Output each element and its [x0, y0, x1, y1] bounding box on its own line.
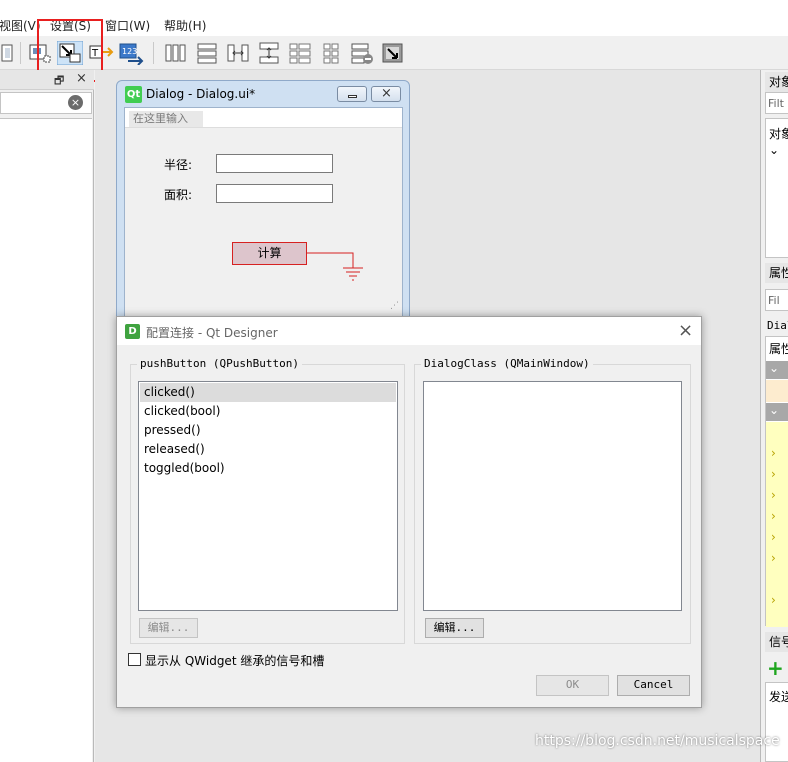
- form-canvas: 在这里输入 半径: 面积: 计算 ⋰: [124, 107, 403, 317]
- receiver-group-title: DialogClass (QMainWindow): [421, 357, 593, 370]
- toolbar: T 123: [0, 36, 788, 70]
- radius-input[interactable]: [216, 154, 333, 173]
- form-title: Dialog - Dialog.ui*: [146, 87, 256, 101]
- chevron-right-icon[interactable]: ›: [771, 551, 776, 565]
- property-editor-title: 属性: [765, 263, 788, 283]
- object-filter-placeholder: Filt: [768, 97, 784, 110]
- dialog-title-bar: D 配置连接 - Qt Designer ×: [117, 317, 701, 345]
- edit-signals-button[interactable]: 编辑...: [139, 618, 198, 638]
- property-filter-placeholder: Fil: [768, 294, 780, 307]
- edit-tab-order-icon[interactable]: 123: [118, 41, 144, 65]
- sender-signals-group: pushButton (QPushButton) clicked() click…: [130, 357, 405, 644]
- list-item[interactable]: pressed(): [140, 421, 396, 440]
- slot-list[interactable]: [423, 381, 682, 611]
- adjust-size-icon[interactable]: [380, 41, 406, 65]
- object-tree[interactable]: 对象 ⌄: [765, 118, 788, 258]
- menu-window[interactable]: 窗口(W): [105, 17, 150, 34]
- chevron-right-icon[interactable]: ›: [771, 467, 776, 481]
- dock-close-icon[interactable]: ×: [76, 71, 87, 86]
- dock-title-bar: 🗗 ×: [0, 70, 94, 90]
- menu-bar: 视图(V) 设置(S) 窗口(W) 帮助(H): [0, 0, 788, 36]
- connection-list[interactable]: 发送: [765, 682, 788, 762]
- form-menu-bar: 在这里输入: [125, 108, 402, 128]
- object-column-header: 对象: [769, 127, 788, 141]
- show-inherited-checkbox[interactable]: [128, 653, 141, 666]
- svg-text:123: 123: [122, 47, 137, 56]
- form-window: Qt Dialog - Dialog.ui* × 在这里输入 半径: 面积: 计…: [116, 80, 410, 318]
- form-title-bar: Qt Dialog - Dialog.ui* ×: [117, 81, 409, 107]
- list-item[interactable]: released(): [140, 440, 396, 459]
- show-inherited-label: 显示从 QWidget 继承的信号和槽: [145, 654, 325, 668]
- area-label: 面积:: [164, 188, 193, 202]
- chevron-down-icon[interactable]: ⌄: [769, 361, 779, 375]
- watermark-text: https://blog.csdn.net/musicalspace: [535, 733, 780, 749]
- qt-logo-icon: Qt: [125, 86, 142, 103]
- break-layout-icon[interactable]: [349, 41, 375, 65]
- area-input[interactable]: [216, 184, 333, 203]
- chevron-right-icon[interactable]: ›: [771, 446, 776, 460]
- edit-slots-button[interactable]: 编辑...: [425, 618, 484, 638]
- layout-vertical-splitter-icon[interactable]: [256, 41, 282, 65]
- add-connection-icon[interactable]: +: [767, 656, 784, 680]
- chevron-right-icon[interactable]: ›: [771, 509, 776, 523]
- object-filter-input[interactable]: Filt: [765, 92, 788, 114]
- minimize-button[interactable]: [337, 86, 367, 102]
- cancel-button[interactable]: Cancel: [617, 675, 690, 696]
- property-filter-input[interactable]: Fil: [765, 289, 788, 311]
- sender-column-header: 发送: [769, 690, 788, 704]
- receiver-slots-group: DialogClass (QMainWindow) 编辑...: [414, 357, 691, 644]
- layout-grid-icon[interactable]: [318, 41, 344, 65]
- signal-list[interactable]: clicked() clicked(bool) pressed() releas…: [138, 381, 398, 611]
- dialog-title: 配置连接 - Qt Designer: [146, 326, 278, 340]
- close-icon: ×: [381, 86, 392, 101]
- property-class-label: Dial: [767, 319, 788, 332]
- widget-list: [0, 118, 92, 762]
- chevron-right-icon[interactable]: ›: [771, 593, 776, 607]
- clear-filter-icon[interactable]: ×: [68, 95, 83, 110]
- calculate-button[interactable]: 计算: [232, 242, 307, 265]
- right-dock: 对象 Filt 对象 ⌄ 属性 Fil Dial 属性 ⌄ ⌄ › › › › …: [760, 70, 788, 762]
- widget-filter-input[interactable]: ×: [0, 92, 92, 114]
- chevron-down-icon[interactable]: ⌄: [769, 143, 779, 157]
- list-item[interactable]: clicked(): [140, 383, 396, 402]
- radius-label: 半径:: [164, 158, 193, 172]
- sender-group-title: pushButton (QPushButton): [137, 357, 302, 370]
- resize-grip-icon[interactable]: ⋰: [390, 301, 399, 311]
- close-icon[interactable]: ×: [678, 320, 693, 341]
- chevron-right-icon[interactable]: ›: [771, 488, 776, 502]
- property-column-header: 属性: [769, 342, 788, 356]
- signal-slot-editor-title: 信号: [765, 632, 788, 652]
- chevron-down-icon[interactable]: ⌄: [769, 403, 779, 417]
- widget-box-dock: 🗗 × ×: [0, 70, 94, 762]
- chevron-right-icon[interactable]: ›: [771, 530, 776, 544]
- page-icon[interactable]: [0, 41, 14, 65]
- configure-connection-dialog: D 配置连接 - Qt Designer × pushButton (QPush…: [116, 316, 702, 708]
- ok-button[interactable]: OK: [536, 675, 609, 696]
- layout-horizontal-splitter-icon[interactable]: [225, 41, 251, 65]
- layout-form-icon[interactable]: [287, 41, 313, 65]
- layout-vertical-icon[interactable]: [194, 41, 220, 65]
- ground-connection-icon: [307, 252, 363, 281]
- close-button[interactable]: ×: [371, 86, 401, 102]
- layout-horizontal-icon[interactable]: [163, 41, 189, 65]
- menu-view[interactable]: 视图(V): [0, 17, 41, 34]
- list-item[interactable]: toggled(bool): [140, 459, 396, 478]
- list-item[interactable]: clicked(bool): [140, 402, 396, 421]
- menu-type-here[interactable]: 在这里输入: [129, 111, 203, 127]
- dock-float-icon[interactable]: 🗗: [54, 72, 64, 91]
- menu-help[interactable]: 帮助(H): [164, 17, 206, 34]
- designer-icon: D: [125, 324, 140, 339]
- property-table[interactable]: 属性 ⌄ ⌄ › › › › › › ›: [765, 336, 788, 627]
- object-inspector-title: 对象: [765, 72, 788, 92]
